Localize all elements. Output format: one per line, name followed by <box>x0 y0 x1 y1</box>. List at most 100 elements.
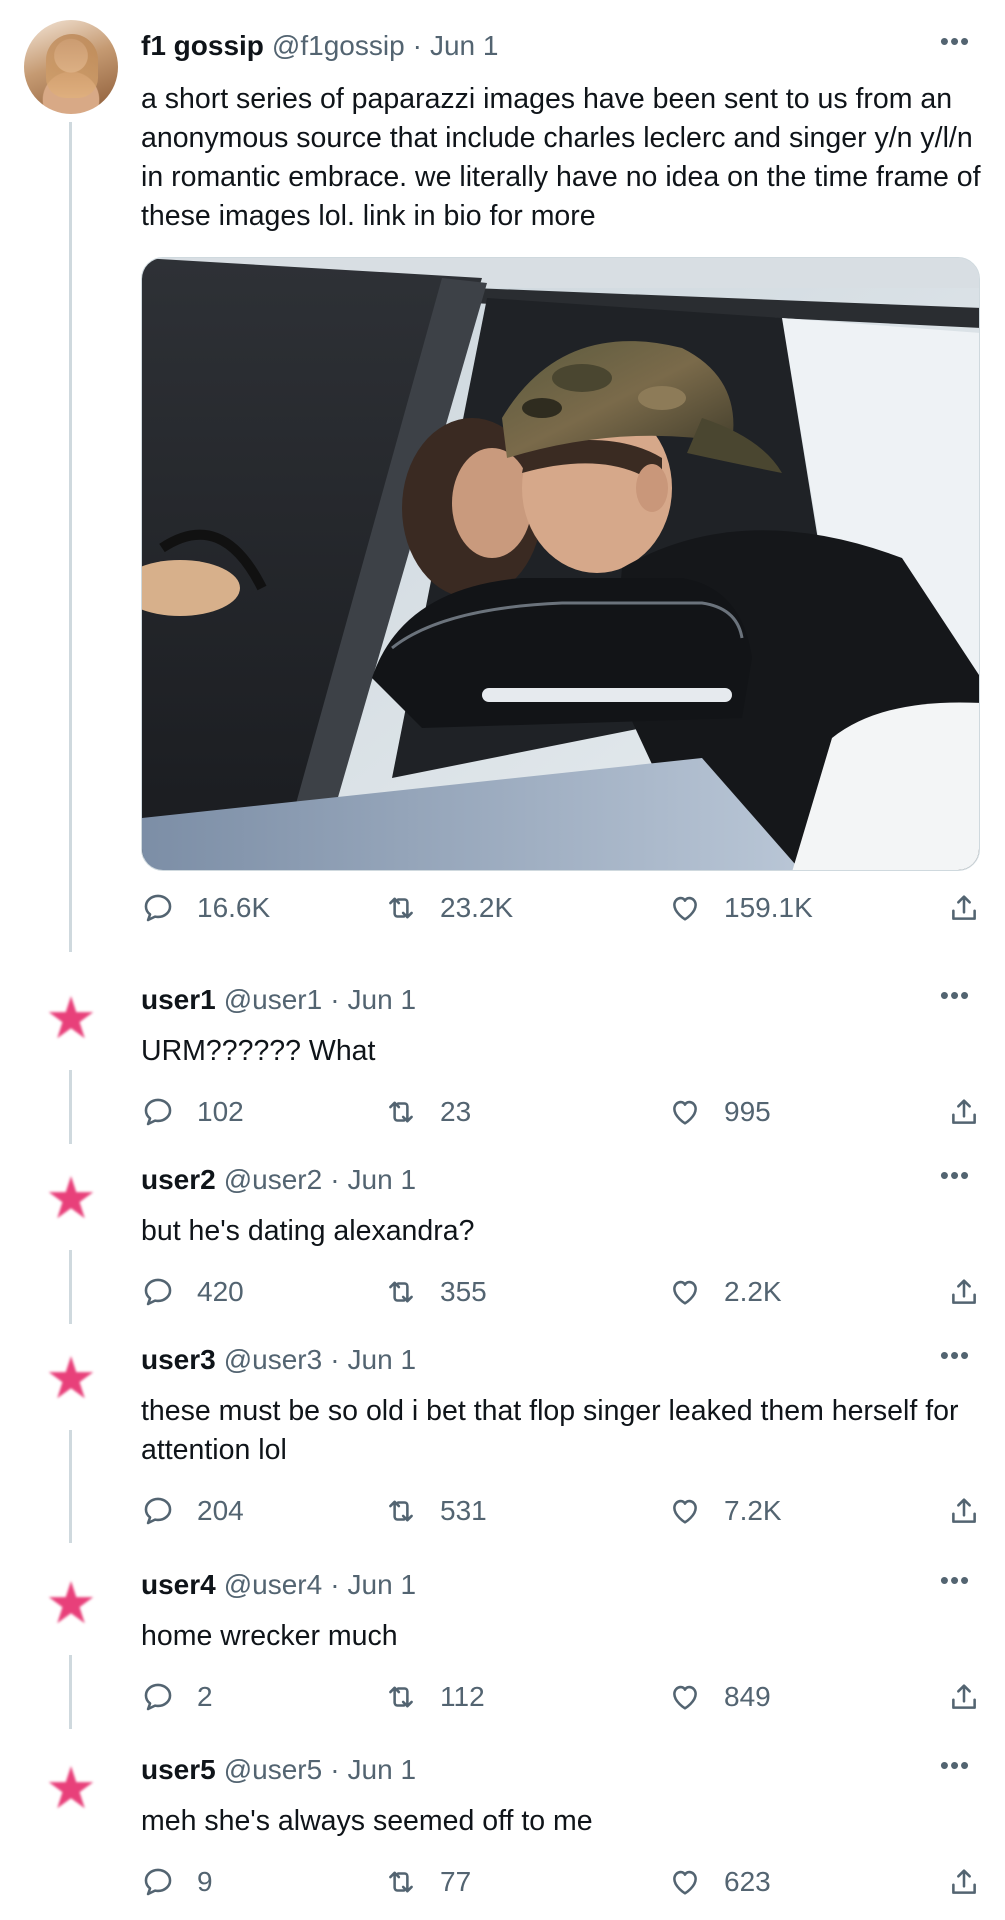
retweet-count: 531 <box>440 1495 487 1526</box>
reply-count: 2 <box>197 1681 213 1712</box>
star-icon[interactable]: ★ <box>42 1170 100 1228</box>
tweet-text: meh she's always seemed off to me <box>141 1805 593 1837</box>
display-name[interactable]: user5 <box>141 1754 216 1786</box>
reply-tweet[interactable]: ★ user2 @user2 · Jun 1 ••• but he's dati… <box>0 1150 1005 1330</box>
retweet-icon <box>384 891 418 925</box>
tweet-actions: 2 112 849 <box>141 1680 981 1720</box>
tweet-actions: 204 531 7.2K <box>141 1494 981 1534</box>
tweet-media-image[interactable] <box>141 257 980 871</box>
display-name[interactable]: f1 gossip <box>141 30 264 62</box>
tweet-date[interactable]: Jun 1 <box>348 1344 417 1376</box>
handle[interactable]: @f1gossip <box>272 30 405 62</box>
star-icon[interactable]: ★ <box>42 1575 100 1633</box>
reply-count: 420 <box>197 1276 244 1307</box>
handle[interactable]: @user2 <box>224 1164 322 1196</box>
tweet-actions: 9 77 623 <box>141 1865 981 1905</box>
like-button[interactable]: 995 <box>668 1095 771 1129</box>
retweet-icon <box>384 1095 418 1129</box>
retweet-button[interactable]: 23.2K <box>384 891 513 925</box>
reply-button[interactable]: 9 <box>141 1865 213 1899</box>
display-name[interactable]: user2 <box>141 1164 216 1196</box>
tweet-date[interactable]: Jun 1 <box>348 1164 417 1196</box>
like-count: 159.1K <box>724 892 813 923</box>
separator-dot: · <box>330 984 340 1015</box>
handle[interactable]: @user1 <box>224 984 322 1016</box>
retweet-count: 23.2K <box>440 892 514 923</box>
reply-button[interactable]: 420 <box>141 1275 244 1309</box>
retweet-button[interactable]: 77 <box>384 1865 471 1899</box>
reply-tweet[interactable]: ★ user3 @user3 · Jun 1 ••• these must be… <box>0 1330 1005 1555</box>
reply-icon <box>141 1865 175 1899</box>
like-count: 995 <box>724 1096 771 1127</box>
share-icon[interactable] <box>947 1680 981 1714</box>
handle[interactable]: @user3 <box>224 1344 322 1376</box>
retweet-button[interactable]: 23 <box>384 1095 471 1129</box>
display-name[interactable]: user3 <box>141 1344 216 1376</box>
thread-line <box>69 1070 72 1144</box>
tweet-date[interactable]: Jun 1 <box>348 1569 417 1601</box>
more-horizontal-icon[interactable]: ••• <box>935 28 975 54</box>
tweet-header: f1 gossip @f1gossip · Jun 1 <box>141 30 498 62</box>
reply-count: 102 <box>197 1096 244 1127</box>
reply-count: 16.6K <box>197 892 271 923</box>
share-icon[interactable] <box>947 1865 981 1899</box>
reply-button[interactable]: 16.6K <box>141 891 270 925</box>
like-button[interactable]: 623 <box>668 1865 771 1899</box>
share-icon[interactable] <box>947 1275 981 1309</box>
like-button[interactable]: 159.1K <box>668 891 813 925</box>
more-horizontal-icon[interactable]: ••• <box>935 1567 975 1593</box>
separator-dot: · <box>330 1569 340 1600</box>
more-horizontal-icon[interactable]: ••• <box>935 1162 975 1188</box>
like-button[interactable]: 7.2K <box>668 1494 782 1528</box>
separator-dot: · <box>330 1754 340 1785</box>
reply-icon <box>141 891 175 925</box>
tweet-actions: 16.6K 23.2K 159.1K <box>141 891 981 931</box>
retweet-count: 112 <box>440 1681 485 1712</box>
reply-button[interactable]: 2 <box>141 1680 213 1714</box>
reply-tweet[interactable]: ★ user1 @user1 · Jun 1 ••• URM?????? Wha… <box>0 970 1005 1150</box>
like-button[interactable]: 849 <box>668 1680 771 1714</box>
more-horizontal-icon[interactable]: ••• <box>935 1342 975 1368</box>
tweet-header: user1 @user1 · Jun 1 <box>141 984 416 1016</box>
retweet-icon <box>384 1865 418 1899</box>
more-horizontal-icon[interactable]: ••• <box>935 982 975 1008</box>
handle[interactable]: @user5 <box>224 1754 322 1786</box>
share-icon[interactable] <box>947 1494 981 1528</box>
more-horizontal-icon[interactable]: ••• <box>935 1752 975 1778</box>
retweet-count: 77 <box>440 1866 472 1897</box>
like-count: 849 <box>724 1681 771 1712</box>
tweet-date[interactable]: Jun 1 <box>430 30 499 62</box>
like-button[interactable]: 2.2K <box>668 1275 782 1309</box>
avatar[interactable] <box>24 20 118 114</box>
retweet-icon <box>384 1494 418 1528</box>
tweet-date[interactable]: Jun 1 <box>348 1754 417 1786</box>
star-icon[interactable]: ★ <box>42 990 100 1048</box>
tweet-text: home wrecker much <box>141 1620 398 1652</box>
reply-tweet[interactable]: ★ user4 @user4 · Jun 1 ••• home wrecker … <box>0 1555 1005 1740</box>
retweet-count: 23 <box>440 1096 472 1127</box>
main-tweet[interactable]: f1 gossip @f1gossip · Jun 1 ••• a short … <box>0 0 1005 960</box>
star-icon[interactable]: ★ <box>42 1760 100 1818</box>
like-count: 623 <box>724 1866 771 1897</box>
retweet-button[interactable]: 355 <box>384 1275 487 1309</box>
tweet-header: user3 @user3 · Jun 1 <box>141 1344 416 1376</box>
car-kiss-photo <box>142 258 979 870</box>
retweet-button[interactable]: 531 <box>384 1494 487 1528</box>
tweet-date[interactable]: Jun 1 <box>348 984 417 1016</box>
thread-line <box>69 1655 72 1729</box>
retweet-button[interactable]: 112 <box>384 1680 485 1714</box>
reply-tweet[interactable]: ★ user5 @user5 · Jun 1 ••• meh she's alw… <box>0 1740 1005 1920</box>
display-name[interactable]: user4 <box>141 1569 216 1601</box>
reply-icon <box>141 1095 175 1129</box>
reply-button[interactable]: 204 <box>141 1494 244 1528</box>
separator-dot: · <box>412 30 422 61</box>
tweet-actions: 420 355 2.2K <box>141 1275 981 1315</box>
star-icon[interactable]: ★ <box>42 1350 100 1408</box>
handle[interactable]: @user4 <box>224 1569 322 1601</box>
tweet-text: URM?????? What <box>141 1035 376 1067</box>
display-name[interactable]: user1 <box>141 984 216 1016</box>
share-icon[interactable] <box>947 1095 981 1129</box>
reply-count: 9 <box>197 1866 213 1897</box>
reply-button[interactable]: 102 <box>141 1095 244 1129</box>
share-icon[interactable] <box>947 891 981 925</box>
